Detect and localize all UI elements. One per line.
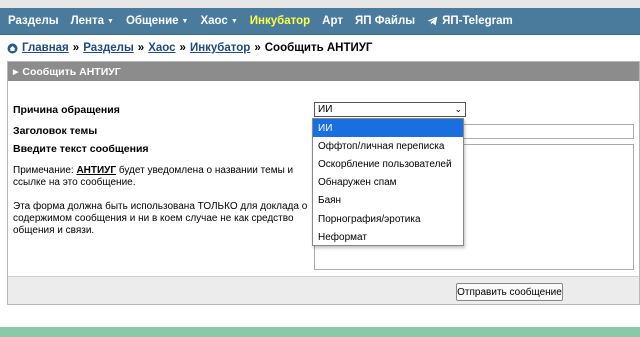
breadcrumb: Главная» Разделы» Хаос» Инкубатор» Сообщить…	[7, 41, 372, 55]
notification-note: Примечание: АНТИУГ будет уведомлена о на…	[13, 165, 308, 189]
nav-item-1[interactable]: Лента ▼	[71, 15, 114, 27]
caret-down-icon: ▼	[107, 17, 114, 25]
nav-item-telegram[interactable]: ЯП-Telegram	[427, 15, 513, 27]
nav-item-label: Разделы	[8, 15, 59, 27]
nav-item-5[interactable]: Арт	[322, 15, 343, 27]
panel-title: Сообщить АНТИУГ	[22, 65, 121, 78]
caret-down-icon: ▼	[230, 17, 238, 25]
breadcrumb-links: Главная» Разделы» Хаос» Инкубатор»	[22, 42, 265, 54]
telegram-icon	[427, 16, 438, 26]
nav-item-6[interactable]: ЯП Файлы	[355, 15, 415, 27]
dropdown-option[interactable]: Баян	[313, 192, 463, 210]
dropdown-option[interactable]: Оффтоп/личная переписка	[313, 137, 463, 155]
nav-item-telegram-label: ЯП-Telegram	[442, 15, 513, 27]
reason-label: Причина обращения	[13, 104, 120, 116]
breadcrumb-separator: »	[137, 42, 145, 54]
top-strip	[0, 0, 640, 8]
nav-item-4[interactable]: Инкубатор	[250, 15, 310, 27]
dropdown-option[interactable]: Порнография/эротика	[313, 210, 463, 228]
dropdown-option[interactable]: Оскорбление пользователей	[313, 155, 463, 173]
nav-items: Разделы Лента ▼ Общение ▼ Хаос ▼ Инкубатор Арт ЯП…	[8, 15, 427, 27]
breadcrumb-separator: »	[72, 42, 80, 54]
nav-item-label: Общение	[125, 15, 179, 27]
panel-header: ▶ Сообщить АНТИУГ	[8, 62, 639, 81]
reason-select-value: ИИ	[318, 104, 333, 115]
panel-spacer	[8, 81, 639, 100]
message-label: Введите текст сообщения	[13, 143, 149, 155]
breadcrumb-link[interactable]: Разделы	[83, 42, 134, 54]
note-prefix: Примечание:	[13, 165, 77, 176]
breadcrumb-link[interactable]: Хаос	[148, 42, 175, 54]
usage-warning: Эта форма должна быть использована ТОЛЬК…	[13, 201, 308, 236]
nav-item-label: ЯП Файлы	[354, 15, 416, 27]
main-navbar: Разделы Лента ▼ Общение ▼ Хаос ▼ Инкубатор Арт ЯП…	[0, 8, 640, 35]
reason-select[interactable]: ИИ ⌄	[314, 102, 466, 117]
reason-dropdown-list: ИИ Оффтоп/личная переписка Оскорбление пол…	[312, 118, 464, 246]
caret-down-icon: ▼	[181, 17, 189, 25]
dropdown-option[interactable]: Обнаружен спам	[313, 174, 463, 192]
submit-button[interactable]: Отправить сообщение	[456, 283, 563, 301]
subject-label: Заголовок темы	[13, 125, 98, 137]
nav-item-label: Хаос	[200, 15, 228, 27]
breadcrumb-current: Сообщить АНТИУГ	[264, 42, 373, 54]
dropdown-option[interactable]: Неформат	[313, 228, 463, 246]
home-icon[interactable]	[7, 43, 18, 54]
breadcrumb-link[interactable]: Инкубатор	[190, 42, 250, 54]
nav-item-label: Арт	[322, 15, 343, 27]
nav-item-3[interactable]: Хаос ▼	[200, 15, 237, 27]
nav-item-2[interactable]: Общение ▼	[126, 15, 189, 27]
nav-item-label: Лента	[70, 15, 105, 27]
breadcrumb-separator: »	[254, 42, 261, 54]
nav-item-label: Инкубатор	[249, 15, 311, 27]
note-target-link[interactable]: АНТИУГ	[76, 165, 116, 176]
chevron-down-icon: ⌄	[454, 104, 462, 114]
bottom-stripe	[0, 327, 640, 337]
dropdown-option[interactable]: ИИ	[313, 119, 463, 138]
nav-item-0[interactable]: Разделы	[8, 15, 59, 27]
breadcrumb-separator: »	[179, 42, 186, 54]
arrow-right-icon: ▶	[13, 68, 19, 76]
breadcrumb-link[interactable]: Главная	[22, 42, 69, 54]
form-footer: Отправить сообщение	[8, 276, 639, 304]
